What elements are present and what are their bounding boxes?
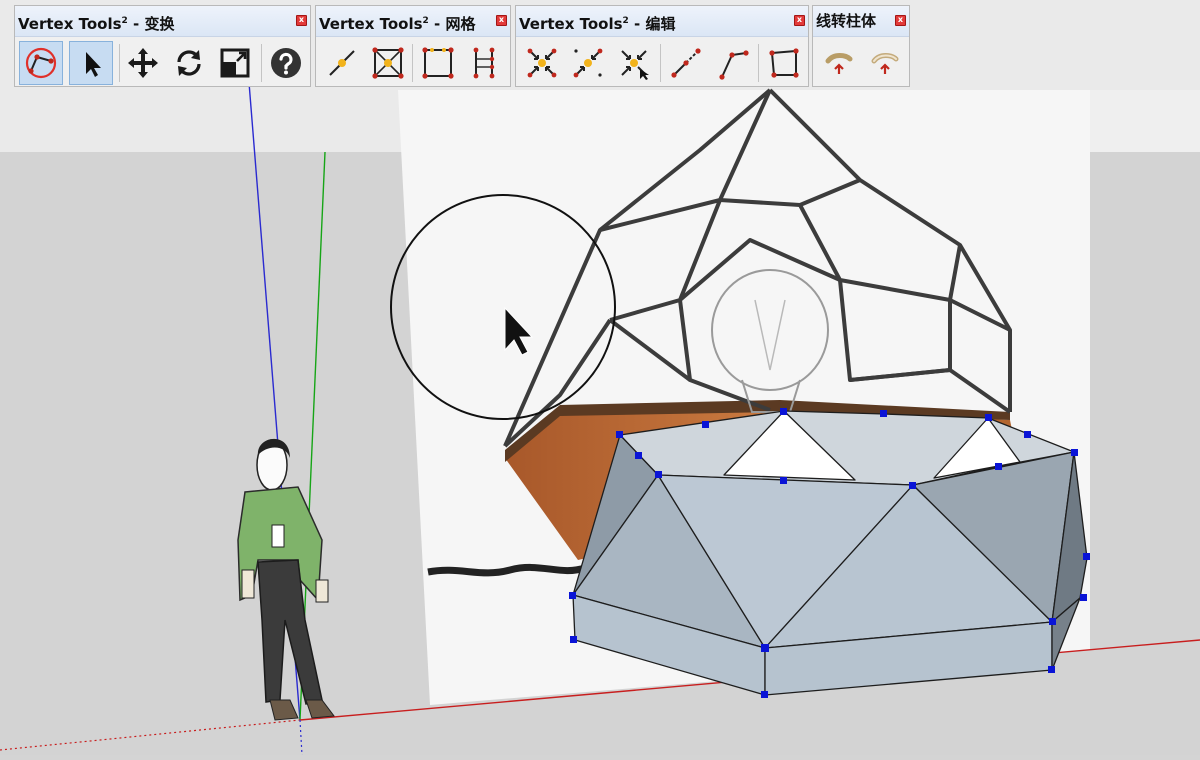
- toolbar-separator: [758, 44, 759, 82]
- close-icon[interactable]: x: [296, 15, 307, 26]
- split-edge-icon: [719, 50, 749, 80]
- toolbar-title[interactable]: Vertex Tools2 - 编辑: [516, 6, 808, 37]
- merge-to-center-icon: [573, 48, 603, 78]
- select-arrow-icon: [86, 52, 101, 77]
- toolbar-line-to-cylinder: 线转柱体 x: [812, 5, 910, 87]
- close-icon[interactable]: x: [895, 15, 906, 26]
- toolbar-title-text: Vertex Tools: [519, 15, 623, 33]
- select-button[interactable]: [69, 41, 113, 85]
- merge-to-point-button[interactable]: [612, 41, 656, 85]
- toolbar-separator: [660, 44, 661, 82]
- line-to-cylinder-button[interactable]: [816, 41, 860, 85]
- divide-face-button[interactable]: [366, 41, 410, 85]
- help-icon: [271, 48, 301, 78]
- toolbar-title-text: 线转柱体: [816, 12, 877, 30]
- toolbar-title-suffix: - 网格: [428, 15, 476, 33]
- help-button[interactable]: [264, 41, 308, 85]
- merge-to-point-icon: [621, 50, 649, 80]
- soft-select-button[interactable]: [19, 41, 63, 85]
- scale-button[interactable]: [213, 41, 257, 85]
- scale-icon: [220, 48, 250, 78]
- edge-columns-icon: [473, 47, 495, 79]
- toolbar-title[interactable]: Vertex Tools2 - 变换: [15, 6, 310, 37]
- viewport-canvas[interactable]: [0, 0, 1200, 756]
- toolbar-mesh: Vertex Tools2 - 网格 x: [315, 5, 511, 87]
- line-to-cylinder-icon: [825, 53, 853, 74]
- edge-columns-button[interactable]: [462, 41, 506, 85]
- line-to-tube-icon: [871, 53, 899, 74]
- octagonal-base-model[interactable]: [572, 410, 1088, 696]
- toolbar-separator: [119, 44, 120, 82]
- soft-select-icon: [25, 47, 57, 79]
- merge-vertices-icon: [527, 48, 557, 78]
- toolbar-title-text: Vertex Tools: [319, 15, 423, 33]
- toolbar-title[interactable]: Vertex Tools2 - 网格: [316, 6, 510, 37]
- move-icon: [128, 48, 158, 78]
- close-icon[interactable]: x: [496, 15, 507, 26]
- split-edge-button[interactable]: [710, 41, 754, 85]
- subdivide-quad-icon: [422, 47, 454, 79]
- merge-vertices-button[interactable]: [520, 41, 564, 85]
- toolbar-separator: [412, 44, 413, 82]
- toolbar-title-suffix: - 变换: [127, 15, 175, 33]
- toolbar-separator: [261, 44, 262, 82]
- rotate-icon: [177, 50, 201, 76]
- connect-vertices-button[interactable]: [664, 41, 708, 85]
- close-icon[interactable]: x: [794, 15, 805, 26]
- move-button[interactable]: [121, 41, 165, 85]
- make-face-icon: [769, 48, 799, 78]
- connect-vertices-icon: [671, 48, 701, 78]
- toolbar-title-suffix: - 编辑: [628, 15, 676, 33]
- merge-to-center-button[interactable]: [566, 41, 610, 85]
- toolbar-edit: Vertex Tools2 - 编辑 x: [515, 5, 809, 87]
- rotate-button[interactable]: [167, 41, 211, 85]
- divide-edge-button[interactable]: [320, 41, 364, 85]
- divide-face-icon: [372, 47, 404, 79]
- divide-edge-icon: [329, 50, 355, 76]
- subdivide-quad-button[interactable]: [416, 41, 460, 85]
- modeling-viewport[interactable]: [0, 0, 1200, 756]
- line-to-tube-button[interactable]: [862, 41, 906, 85]
- toolbar-title-text: Vertex Tools: [18, 15, 122, 33]
- toolbar-transform: Vertex Tools2 - 变换 x: [14, 5, 311, 87]
- make-face-button[interactable]: [762, 41, 806, 85]
